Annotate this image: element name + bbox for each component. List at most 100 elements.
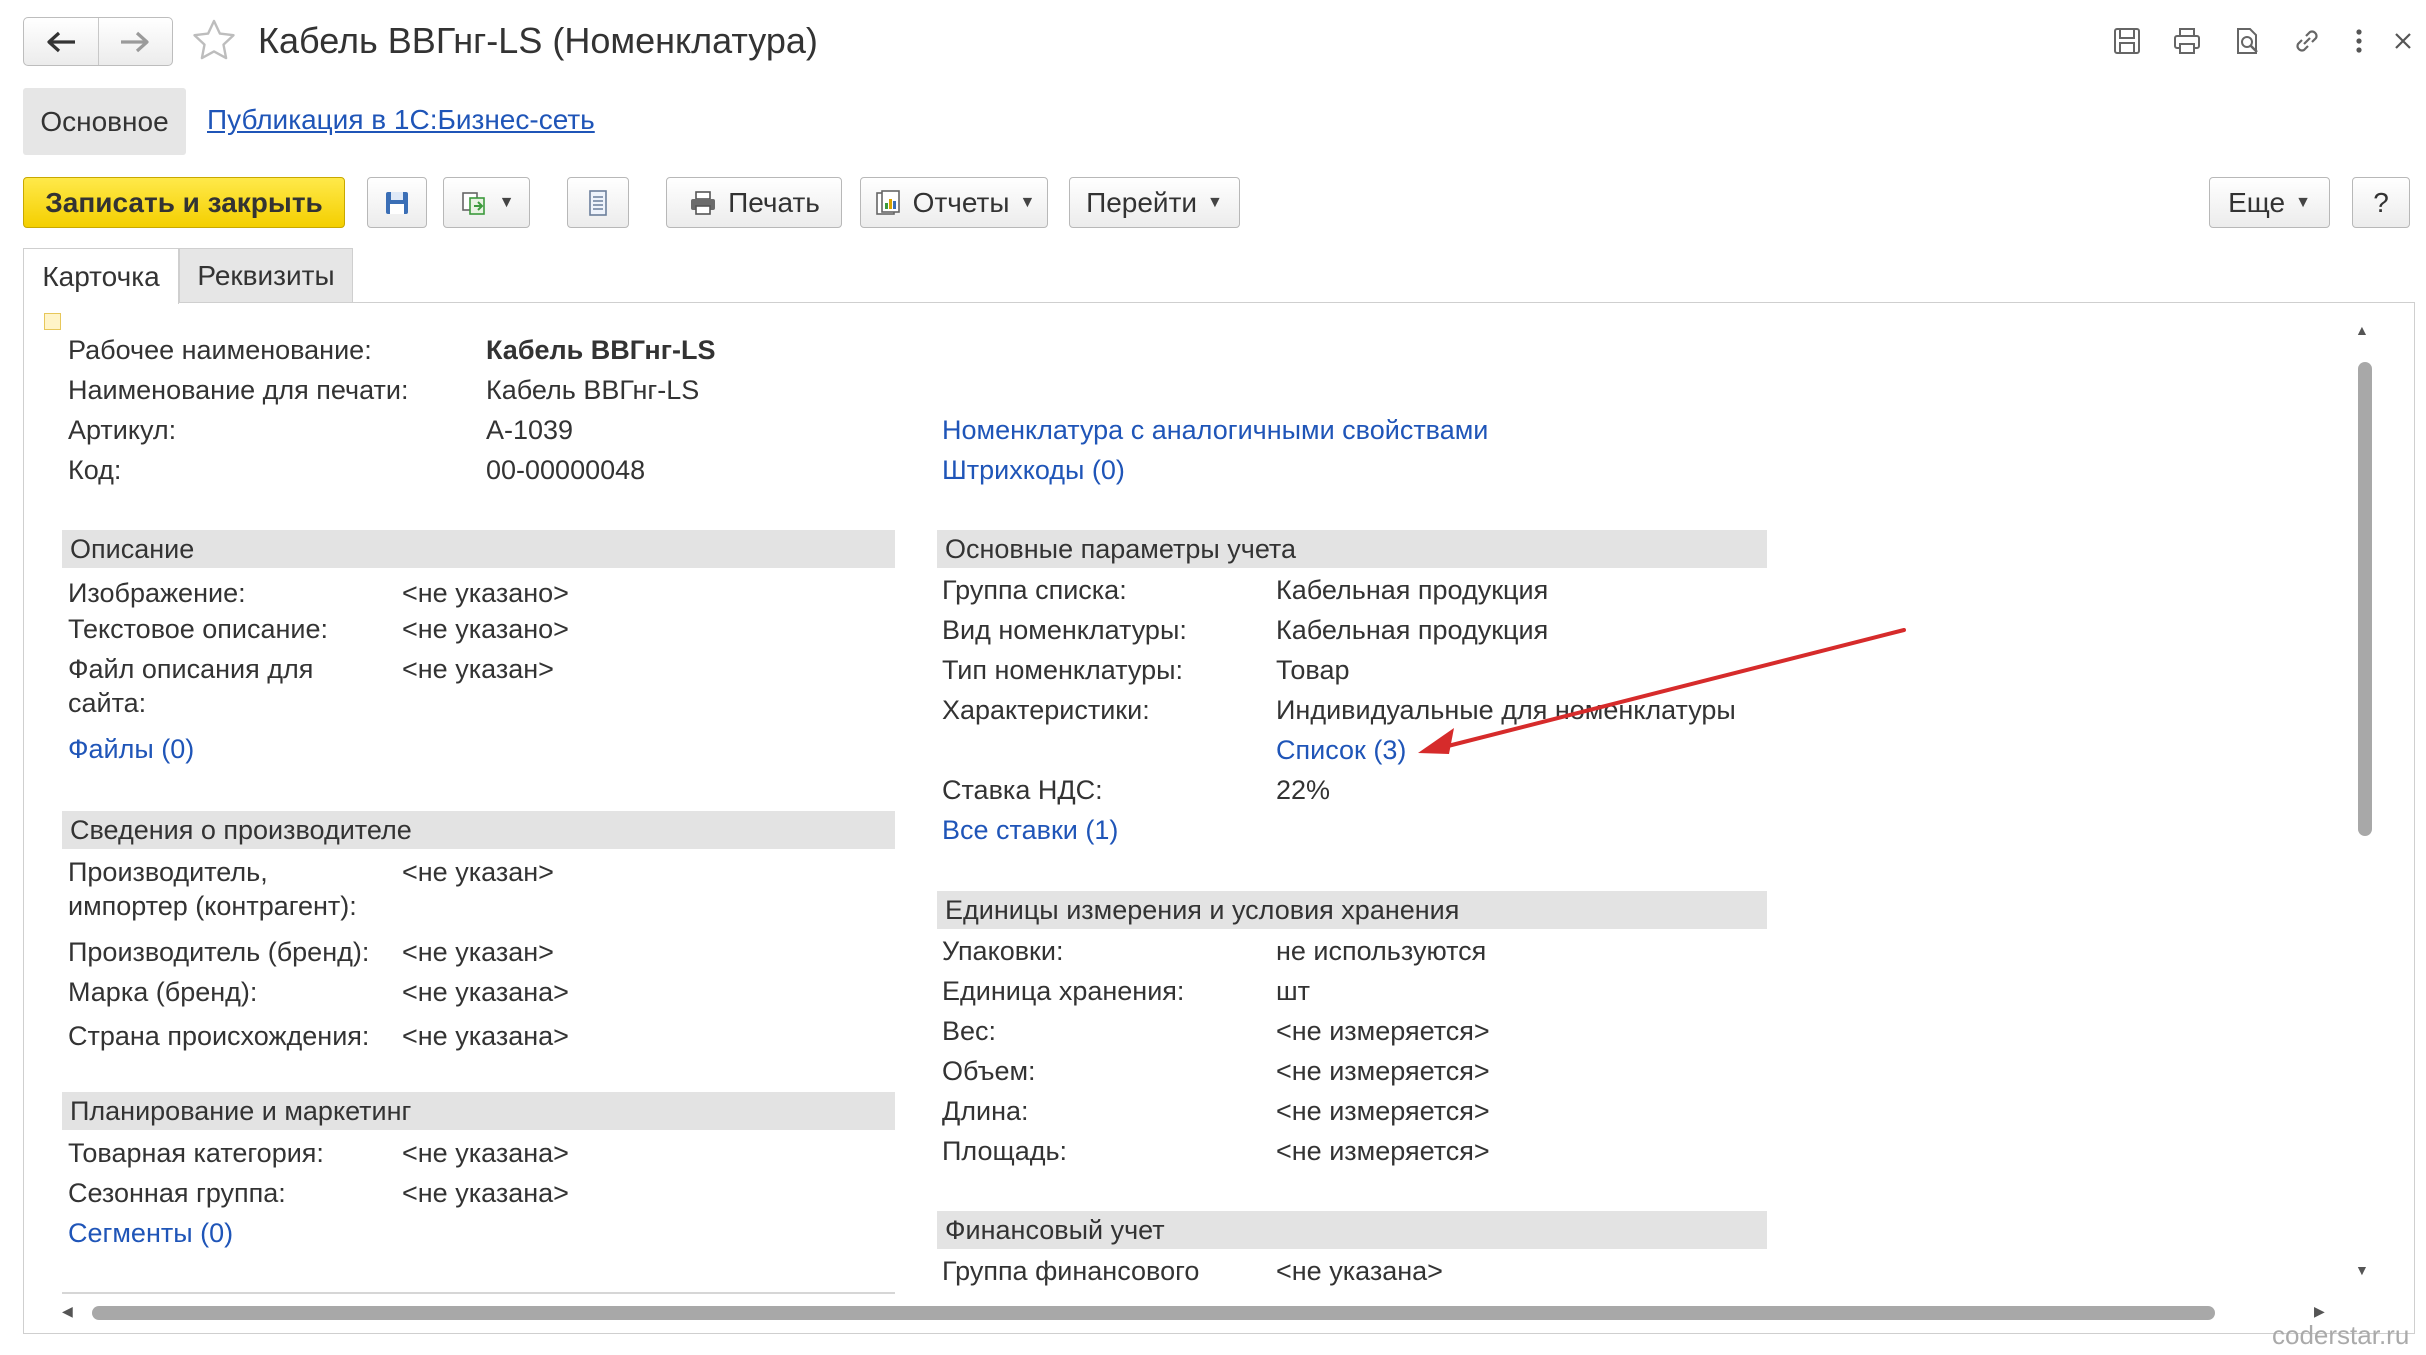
window-title: Кабель ВВГнг-LS (Номенклатура)	[258, 20, 818, 61]
save-button[interactable]	[367, 177, 427, 228]
tab-details[interactable]: Реквизиты	[179, 248, 353, 303]
characteristics-list-link[interactable]: Список (3)	[1276, 733, 1406, 767]
document-view-button[interactable]	[567, 177, 629, 228]
watermark: coderstar.ru	[2272, 1320, 2410, 1350]
scroll-down-icon[interactable]: ▼	[2355, 1262, 2369, 1278]
arrow-right-icon	[121, 31, 149, 52]
vat-rate-value[interactable]: 22%	[1276, 773, 1330, 807]
volume-label: Объем:	[942, 1056, 1036, 1086]
section-planning: Планирование и маркетинг	[62, 1092, 895, 1130]
reports-icon	[875, 189, 900, 215]
storage-unit-label: Единица хранения:	[942, 976, 1185, 1006]
list-group-value[interactable]: Кабельная продукция	[1276, 573, 1548, 607]
list-doc-icon	[589, 189, 607, 216]
vertical-scrollbar-thumb[interactable]	[2358, 362, 2372, 836]
segments-link[interactable]: Сегменты (0)	[68, 1216, 233, 1250]
area-label: Площадь:	[942, 1136, 1068, 1166]
country-value[interactable]: <не указана>	[402, 1019, 569, 1053]
tab-card[interactable]: Карточка	[23, 248, 179, 304]
scroll-up-icon[interactable]: ▲	[2355, 322, 2369, 338]
code-label: Код:	[68, 455, 122, 485]
length-value[interactable]: <не измеряется>	[1276, 1094, 1490, 1128]
site-file-label-line2: сайта:	[68, 688, 147, 718]
nav-business-network-link[interactable]: Публикация в 1С:Бизнес-сеть	[207, 104, 595, 136]
search-doc-icon[interactable]	[2228, 22, 2266, 60]
dropdown-caret-icon: ▼	[1207, 193, 1223, 211]
country-label: Страна происхождения:	[68, 1021, 370, 1051]
section-units: Единицы измерения и условия хранения	[937, 891, 1767, 929]
section-finance: Финансовый учет	[937, 1211, 1767, 1249]
save-and-close-button[interactable]: Записать и закрыть	[23, 177, 345, 228]
site-file-value[interactable]: <не указан>	[402, 652, 554, 686]
brand-manufacturer-value[interactable]: <не указан>	[402, 935, 554, 969]
barcodes-link[interactable]: Штрихкоды (0)	[942, 453, 1125, 487]
section-manufacturer: Сведения о производителе	[62, 811, 895, 849]
brand-manufacturer-label: Производитель (бренд):	[68, 937, 370, 967]
all-rates-link[interactable]: Все ставки (1)	[942, 813, 1118, 847]
back-button[interactable]	[24, 18, 98, 65]
code-value[interactable]: 00-00000048	[486, 453, 645, 487]
section-description: Описание	[62, 530, 895, 568]
goto-button[interactable]: Перейти ▼	[1069, 177, 1240, 228]
nav-main[interactable]: Основное	[23, 88, 186, 155]
seasonal-group-value[interactable]: <не указана>	[402, 1176, 569, 1210]
image-label: Изображение:	[68, 578, 246, 608]
characteristics-label: Характеристики:	[942, 695, 1150, 725]
item-kind-label: Вид номенклатуры:	[942, 615, 1187, 645]
create-based-icon	[461, 191, 485, 215]
volume-value[interactable]: <не измеряется>	[1276, 1054, 1490, 1088]
text-description-value[interactable]: <не указано>	[402, 612, 569, 646]
close-icon[interactable]	[2384, 22, 2422, 60]
item-type-label: Тип номенклатуры:	[942, 655, 1184, 685]
text-description-label: Текстовое описание:	[68, 614, 329, 644]
vat-rate-label: Ставка НДС:	[942, 775, 1103, 805]
brand-mark-label: Марка (бренд):	[68, 977, 258, 1007]
print-button[interactable]: Печать	[666, 177, 842, 228]
working-name-value[interactable]: Кабель ВВГнг-LS	[486, 333, 715, 367]
more-button[interactable]: Еще ▼	[2209, 177, 2330, 228]
help-button[interactable]: ?	[2352, 177, 2410, 228]
manufacturer-importer-value[interactable]: <не указан>	[402, 855, 554, 889]
arrow-left-icon	[47, 31, 75, 52]
printer-icon	[691, 190, 716, 215]
save-icon[interactable]	[2108, 22, 2146, 60]
more-icon[interactable]	[2340, 22, 2378, 60]
image-value[interactable]: <не указано>	[402, 576, 569, 610]
files-link[interactable]: Файлы (0)	[68, 732, 194, 766]
product-category-label: Товарная категория:	[68, 1138, 324, 1168]
similar-items-link[interactable]: Номенклатура с аналогичными свойствами	[942, 413, 1488, 447]
packages-value[interactable]: не используются	[1276, 934, 1486, 968]
working-name-label: Рабочее наименование:	[68, 335, 372, 365]
print-name-value[interactable]: Кабель ВВГнг-LS	[486, 373, 699, 407]
site-file-label-line1: Файл описания для	[68, 654, 314, 684]
weight-value[interactable]: <не измеряется>	[1276, 1014, 1490, 1048]
product-category-value[interactable]: <не указана>	[402, 1136, 569, 1170]
scroll-right-icon[interactable]: ▶	[2314, 1303, 2325, 1320]
annotation-arrow	[1418, 628, 1906, 754]
scroll-left-icon[interactable]: ◀	[62, 1303, 73, 1320]
focus-marker	[44, 313, 61, 330]
dropdown-caret-icon: ▼	[2295, 193, 2311, 211]
forward-button[interactable]	[97, 18, 173, 65]
print-icon[interactable]	[2168, 22, 2206, 60]
manufacturer-importer-label-line1: Производитель,	[68, 857, 268, 887]
list-group-label: Группа списка:	[942, 575, 1127, 605]
history-nav	[23, 17, 173, 66]
link-icon[interactable]	[2288, 22, 2326, 60]
star-icon[interactable]	[190, 17, 238, 65]
reports-button[interactable]: Отчеты ▼	[860, 177, 1048, 228]
area-value[interactable]: <не измеряется>	[1276, 1134, 1490, 1168]
storage-unit-value[interactable]: шт	[1276, 974, 1310, 1008]
brand-mark-value[interactable]: <не указана>	[402, 975, 569, 1009]
article-label: Артикул:	[68, 415, 177, 445]
finance-group-value[interactable]: <не указана>	[1276, 1254, 1443, 1288]
finance-group-label: Группа финансового	[942, 1256, 1200, 1286]
dropdown-caret-icon: ▼	[1019, 193, 1036, 211]
packages-label: Упаковки:	[942, 936, 1064, 966]
item-type-value[interactable]: Товар	[1276, 653, 1349, 687]
horizontal-scrollbar-thumb[interactable]	[92, 1306, 2215, 1320]
article-value[interactable]: А-1039	[486, 413, 573, 447]
manufacturer-importer-label-line2: импортер (контрагент):	[68, 891, 357, 921]
seasonal-group-label: Сезонная группа:	[68, 1178, 286, 1208]
create-based-on-button[interactable]: ▼	[443, 177, 530, 228]
